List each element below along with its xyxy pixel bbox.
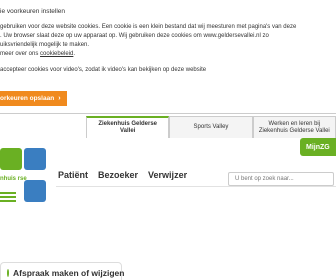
circle-icon [7, 269, 9, 277]
tab-sports-valley[interactable]: Sports Valley [169, 116, 253, 138]
nav-verwijzer[interactable]: Verwijzer [148, 170, 187, 180]
logo-text: nhuis rse [0, 176, 27, 182]
cookie-banner: ie voorkeuren instellen gebruiken voor d… [0, 0, 336, 114]
tab-werken-leren[interactable]: Werken en leren bij Ziekenhuis Gelderse … [252, 116, 336, 138]
appointment-label: Afspraak maken of wijzigen [13, 268, 125, 278]
apple-logo-tile [0, 148, 22, 170]
logo-stripes [0, 192, 16, 194]
save-preferences-button[interactable]: orkeuren opslaan › [0, 91, 67, 106]
cookie-line-4-text: meer over ons [0, 51, 41, 57]
account-button[interactable]: MijnZG [300, 138, 336, 156]
cookie-line-4: meer over ons cookiebeleid. [0, 50, 336, 59]
nav-bezoeker[interactable]: Bezoeker [98, 170, 138, 180]
nav-patient[interactable]: Patiënt [58, 170, 88, 180]
cookie-paragraph: gebruiken voor deze website cookies. Een… [0, 23, 336, 59]
tab-ziekenhuis[interactable]: Ziekenhuis Gelderse Vallei [86, 116, 170, 138]
search-placeholder: U bent op zoek naar... [235, 176, 294, 182]
cookie-line-2: . Uw browser slaat deze op uw apparaat o… [0, 33, 269, 39]
video-cookie-option[interactable]: accepteer cookies voor video's, zodat ik… [0, 67, 336, 73]
appointment-button[interactable]: Afspraak maken of wijzigen [0, 262, 125, 280]
cookie-line-3: uiksvriendelijk mogelijk te maken. [0, 42, 90, 48]
chevron-right-icon: › [58, 95, 61, 102]
save-preferences-label: orkeuren opslaan [0, 95, 55, 102]
site-tabs: Ziekenhuis Gelderse Vallei Sports Valley… [86, 116, 336, 138]
main-nav: Patiënt Bezoeker Verwijzer [58, 170, 187, 180]
cookie-title: ie voorkeuren instellen [0, 8, 66, 15]
site-logo[interactable]: nhuis rse [0, 140, 50, 210]
search-input[interactable]: U bent op zoek naar... [228, 172, 334, 186]
shoe-logo-tile [24, 148, 46, 170]
cookie-policy-link[interactable]: cookiebeleid [40, 51, 73, 57]
cookie-line-1: gebruiken voor deze website cookies. Een… [0, 24, 297, 30]
account-label: MijnZG [306, 143, 330, 151]
face-logo-tile [24, 180, 46, 202]
nav-divider [56, 186, 336, 187]
cookie-line-4-suffix: . [73, 51, 76, 57]
